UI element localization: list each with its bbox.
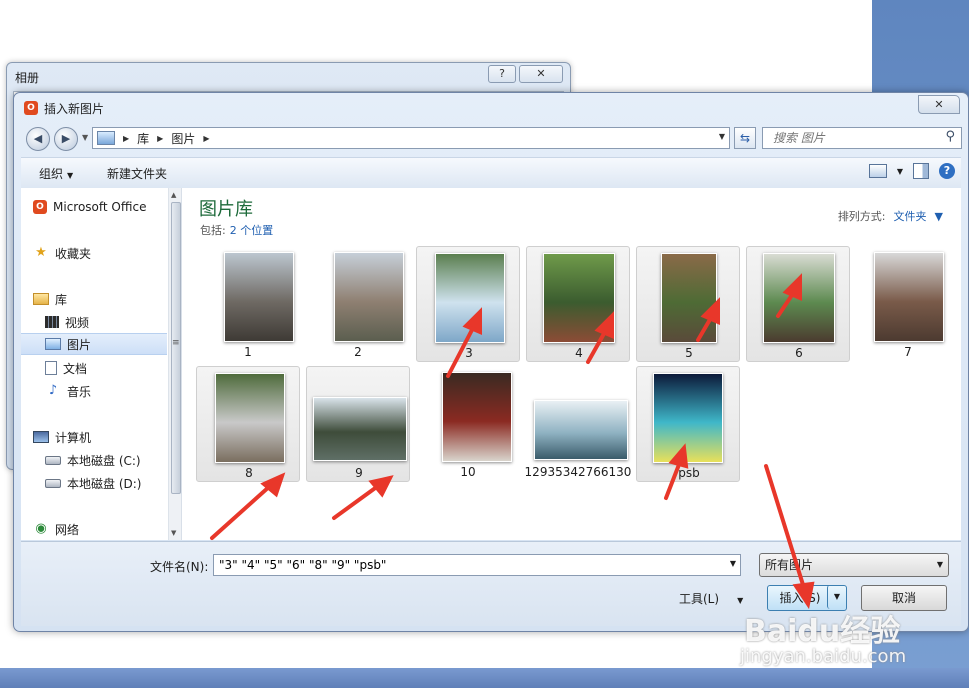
arrow-head (594, 311, 614, 340)
arrow-to-3 (446, 324, 476, 378)
arrow-head (782, 273, 802, 302)
arrow-to-8 (210, 484, 272, 540)
watermark-url: jingyan.baidu.com (740, 646, 907, 667)
arrow-to-insert (764, 464, 806, 590)
watermark-brand: Baidu经验 (744, 614, 901, 649)
arrow-to-4 (586, 328, 608, 364)
arrow-head (368, 475, 394, 498)
annotation-arrows (210, 273, 815, 610)
arrow-head (462, 307, 482, 336)
arrow-to-9 (332, 484, 380, 520)
arrow-head (792, 581, 815, 610)
arrow-head (700, 297, 720, 326)
arrow-head (668, 443, 689, 469)
arrow-to-psb (664, 460, 682, 500)
